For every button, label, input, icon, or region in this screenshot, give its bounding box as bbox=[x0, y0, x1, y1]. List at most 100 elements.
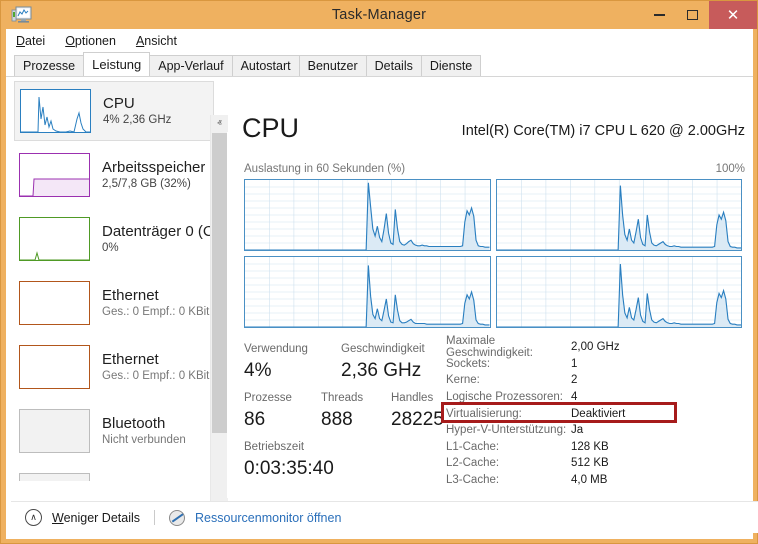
menu-bar: Datei Optionen Ansicht bbox=[6, 29, 753, 53]
cpu-thumbnail bbox=[20, 89, 91, 133]
detail-value: 512 KB bbox=[571, 457, 609, 469]
cpu-graph-grid bbox=[244, 179, 742, 328]
sidebar-item-title: Ethernet bbox=[102, 350, 213, 369]
sidebar-item-title: Arbeitsspeicher bbox=[102, 158, 205, 177]
detail-key: L1-Cache: bbox=[446, 441, 571, 453]
sidebar-item-sub: 0% bbox=[102, 241, 214, 256]
detail-key: Logische Prozessoren: bbox=[446, 391, 571, 403]
detail-row: Hyper-V-Unterstützung: Ja bbox=[446, 422, 746, 439]
detail-row: Sockets: 1 bbox=[446, 356, 746, 373]
tab-prozesse[interactable]: Prozesse bbox=[14, 55, 84, 76]
usage-value: 4% bbox=[244, 358, 341, 384]
sidebar-item-arbeitsspeicher[interactable]: Arbeitsspeicher 2,5/7,8 GB (32%) bbox=[14, 145, 214, 205]
menu-optionen[interactable]: Optionen bbox=[65, 34, 116, 48]
sidebar-item-sub: Ges.: 0 Empf.: 0 KBit, bbox=[102, 305, 213, 320]
cpu-graph-0 bbox=[244, 179, 491, 251]
threads-value: 888 bbox=[321, 407, 391, 433]
menu-ansicht[interactable]: Ansicht bbox=[136, 34, 177, 48]
detail-key: Hyper-V-Unterstützung: bbox=[446, 424, 571, 436]
usage-label: Verwendung bbox=[244, 341, 341, 358]
uptime-value: 0:03:35:40 bbox=[244, 456, 334, 482]
cpu-graph-3 bbox=[496, 256, 743, 328]
detail-key: Sockets: bbox=[446, 358, 571, 370]
cpu-graph-2 bbox=[244, 256, 491, 328]
disk-thumbnail bbox=[19, 217, 90, 261]
cpu-details-list: Maximale Geschwindigkeit: 2,00 GHz Socke… bbox=[446, 339, 746, 488]
tab-app-verlauf[interactable]: App-Verlauf bbox=[149, 55, 232, 76]
processes-label: Prozesse bbox=[244, 390, 321, 407]
detail-value: 128 KB bbox=[571, 441, 609, 453]
detail-value: 2 bbox=[571, 374, 577, 386]
sidebar-item-title: Wi-Fi bbox=[102, 478, 186, 481]
less-details-button[interactable]: Weniger Details bbox=[52, 511, 140, 525]
tab-dienste[interactable]: Dienste bbox=[421, 55, 481, 76]
sidebar-scrollbar[interactable]: ⱏ ⱞ bbox=[210, 115, 227, 515]
tab-benutzer[interactable]: Benutzer bbox=[299, 55, 367, 76]
detail-value: 4 bbox=[571, 391, 577, 403]
wifi-thumbnail bbox=[19, 473, 90, 481]
scrollbar-thumb[interactable] bbox=[212, 133, 227, 433]
menu-datei[interactable]: Datei bbox=[16, 34, 45, 48]
sidebar-item-bluetooth[interactable]: Bluetooth Nicht verbunden bbox=[14, 401, 214, 461]
detail-key: L2-Cache: bbox=[446, 457, 571, 469]
sidebar-item-datentraeger-0[interactable]: Datenträger 0 (C 0% bbox=[14, 209, 214, 269]
sidebar-item-title: CPU bbox=[103, 94, 171, 113]
sidebar-item-title: Ethernet bbox=[102, 286, 213, 305]
close-button[interactable]: ✕ bbox=[709, 1, 757, 29]
detail-row: Logische Prozessoren: 4 bbox=[446, 389, 746, 406]
detail-row: Kerne: 2 bbox=[446, 372, 746, 389]
page-title: CPU bbox=[242, 113, 299, 144]
scroll-up-icon[interactable]: ⱏ bbox=[211, 115, 228, 132]
tab-leistung[interactable]: Leistung bbox=[83, 52, 150, 76]
status-bar: ∧ Weniger Details Ressourcenmonitor öffn… bbox=[11, 501, 758, 533]
resource-monitor-icon[interactable] bbox=[169, 510, 185, 526]
tab-details[interactable]: Details bbox=[366, 55, 422, 76]
title-bar: Task-Manager ✕ bbox=[1, 1, 757, 29]
sidebar-item-title: Datenträger 0 (C bbox=[102, 222, 214, 241]
sidebar-item-wifi[interactable]: Wi-Fi Nicht verbunden bbox=[14, 465, 214, 481]
detail-row: Maximale Geschwindigkeit: 2,00 GHz bbox=[446, 339, 746, 356]
handles-value: 28225 bbox=[391, 407, 444, 433]
divider bbox=[154, 510, 155, 525]
detail-key: Virtualisierung: bbox=[446, 408, 571, 420]
detail-row: L3-Cache: 4,0 MB bbox=[446, 472, 746, 489]
cpu-graph-1 bbox=[496, 179, 743, 251]
cpu-stats: Verwendung 4% Geschwindigkeit 2,36 GHz P… bbox=[244, 341, 459, 482]
chevron-up-icon[interactable]: ∧ bbox=[25, 509, 42, 526]
graph-caption: Auslastung in 60 Sekunden (%) bbox=[244, 163, 405, 175]
detail-key: L3-Cache: bbox=[446, 474, 571, 486]
tab-autostart[interactable]: Autostart bbox=[232, 55, 300, 76]
sidebar-item-sub: Ges.: 0 Empf.: 0 KBit, bbox=[102, 369, 213, 384]
resource-monitor-link[interactable]: Ressourcenmonitor öffnen bbox=[195, 511, 341, 525]
detail-value: Ja bbox=[571, 424, 583, 436]
detail-row: L2-Cache: 512 KB bbox=[446, 455, 746, 472]
ethernet-thumbnail bbox=[19, 345, 90, 389]
cpu-model-label: Intel(R) Core(TM) i7 CPU L 620 @ 2.00GHz bbox=[462, 123, 745, 139]
sidebar-item-ethernet-1[interactable]: Ethernet Ges.: 0 Empf.: 0 KBit, bbox=[14, 273, 214, 333]
detail-key: Kerne: bbox=[446, 374, 571, 386]
handles-label: Handles bbox=[391, 390, 444, 407]
detail-value: 1 bbox=[571, 358, 577, 370]
maximize-button[interactable] bbox=[676, 1, 709, 29]
speed-label: Geschwindigkeit bbox=[341, 341, 425, 358]
window-controls: ✕ bbox=[643, 1, 757, 29]
sidebar-item-ethernet-2[interactable]: Ethernet Ges.: 0 Empf.: 0 KBit, bbox=[14, 337, 214, 397]
cpu-detail-panel: CPU Intel(R) Core(TM) i7 CPU L 620 @ 2.0… bbox=[238, 85, 753, 515]
tab-strip: Prozesse Leistung App-Verlauf Autostart … bbox=[6, 53, 753, 77]
processes-value: 86 bbox=[244, 407, 321, 433]
speed-value: 2,36 GHz bbox=[341, 358, 425, 384]
detail-row: L1-Cache: 128 KB bbox=[446, 439, 746, 456]
detail-row-virtualisierung: Virtualisierung: Deaktiviert bbox=[446, 405, 746, 422]
client-area: Datei Optionen Ansicht Prozesse Leistung… bbox=[6, 29, 753, 539]
bluetooth-thumbnail bbox=[19, 409, 90, 453]
threads-label: Threads bbox=[321, 390, 391, 407]
sidebar-item-cpu[interactable]: CPU 4% 2,36 GHz bbox=[14, 81, 214, 141]
memory-thumbnail bbox=[19, 153, 90, 197]
graph-max-label: 100% bbox=[716, 163, 745, 175]
resource-list[interactable]: CPU 4% 2,36 GHz Arbeitsspeicher 2,5/7,8 … bbox=[14, 81, 214, 481]
detail-value: 4,0 MB bbox=[571, 474, 607, 486]
sidebar-item-title: Bluetooth bbox=[102, 414, 186, 433]
minimize-button[interactable] bbox=[643, 1, 676, 29]
sidebar-item-sub: Nicht verbunden bbox=[102, 433, 186, 448]
detail-value: 2,00 GHz bbox=[571, 341, 620, 353]
